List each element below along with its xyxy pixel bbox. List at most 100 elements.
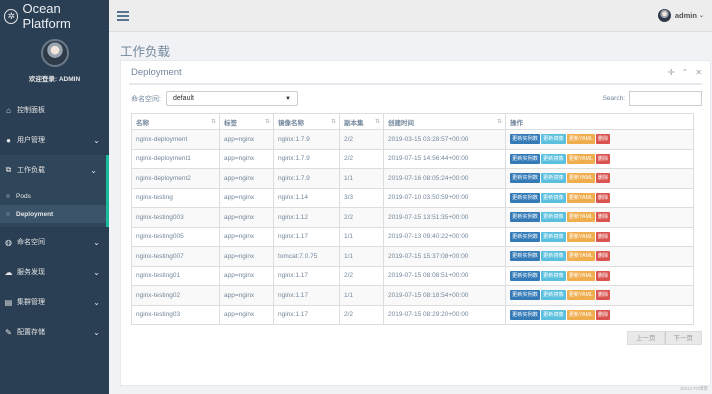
sidebar-item-config-storage[interactable]: ✎ 配置存储 ⌄ bbox=[0, 317, 109, 347]
update-image-button[interactable]: 更新镜像 bbox=[540, 251, 566, 262]
column-header-labels[interactable]: 标签 ⇅ bbox=[219, 113, 274, 130]
cell-created: 2019-07-16 08:05:24+00:00 bbox=[383, 168, 506, 189]
watermark-text: @51CTO博客 bbox=[680, 386, 708, 391]
cell-replicas: 1/1 bbox=[339, 168, 384, 189]
update-yaml-button[interactable]: 更新YAML bbox=[566, 192, 595, 203]
user-menu[interactable]: admin ⌄ bbox=[657, 9, 704, 22]
user-name: admin bbox=[674, 11, 697, 20]
update-image-button[interactable]: 更新镜像 bbox=[540, 270, 566, 281]
update-yaml-button[interactable]: 更新YAML bbox=[566, 309, 595, 320]
cell-name: nginx-testing01 bbox=[131, 265, 220, 286]
scale-button[interactable]: 更新实例数 bbox=[510, 192, 540, 203]
cell-labels: app=nginx bbox=[219, 187, 274, 208]
column-header-created[interactable]: 创建时间 ⇅ bbox=[383, 113, 506, 130]
cell-actions: 更新实例数 更新镜像 更新YAML 删除 bbox=[505, 187, 694, 208]
update-image-button[interactable]: 更新镜像 bbox=[540, 173, 566, 184]
user-icon: ● bbox=[6, 135, 11, 145]
scale-button[interactable]: 更新实例数 bbox=[510, 134, 540, 145]
delete-button[interactable]: 删除 bbox=[595, 192, 611, 203]
cell-image: nginx:1.7.9 bbox=[273, 148, 340, 169]
update-image-button[interactable]: 更新镜像 bbox=[540, 153, 566, 164]
sidebar-item-service-discovery[interactable]: ☁ 服务发现 ⌄ bbox=[0, 257, 109, 287]
scale-button[interactable]: 更新实例数 bbox=[510, 290, 540, 301]
sidebar-item-deployment[interactable]: Deployment bbox=[0, 205, 106, 223]
scale-button[interactable]: 更新实例数 bbox=[510, 212, 540, 223]
delete-button[interactable]: 删除 bbox=[595, 290, 611, 301]
sidebar-item-namespaces[interactable]: ◍ 命名空间 ⌄ bbox=[0, 227, 109, 257]
cell-replicas: 2/2 bbox=[339, 207, 384, 228]
namespace-select[interactable]: default ▼ bbox=[165, 91, 298, 106]
collapse-icon[interactable]: ⌃ bbox=[682, 68, 689, 77]
sidebar-menu: ⌂ 控制面板 ● 用户管理 ⌄ ⧉ 工作负载 ⌄ Pods Deployment… bbox=[0, 95, 109, 347]
delete-button[interactable]: 删除 bbox=[595, 153, 611, 164]
update-image-button[interactable]: 更新镜像 bbox=[540, 212, 566, 223]
update-image-button[interactable]: 更新镜像 bbox=[540, 309, 566, 320]
delete-button[interactable]: 删除 bbox=[595, 212, 611, 223]
menu-toggle-icon[interactable] bbox=[117, 10, 129, 21]
scale-button[interactable]: 更新实例数 bbox=[510, 309, 540, 320]
delete-button[interactable]: 删除 bbox=[595, 251, 611, 262]
column-header-replicas[interactable]: 副本集 ⇅ bbox=[339, 113, 384, 130]
table-row: nginx-testing app=nginx nginx:1.14 3/3 2019-… bbox=[131, 187, 694, 208]
cell-replicas: 2/2 bbox=[339, 304, 384, 325]
avatar bbox=[657, 9, 671, 22]
move-icon[interactable]: ✛ bbox=[668, 68, 675, 77]
delete-button[interactable]: 删除 bbox=[595, 231, 611, 242]
delete-button[interactable]: 删除 bbox=[595, 134, 611, 145]
cell-created: 2019-07-15 08:18:54+00:00 bbox=[383, 285, 506, 306]
sort-icon: ⇅ bbox=[264, 119, 270, 125]
prev-page-button[interactable]: 上一页 bbox=[627, 331, 665, 345]
main-content: 工作负载 Deployment ✛ ⌃ ✕ 命名空间: default ▼ Se… bbox=[109, 32, 712, 394]
cell-replicas: 1/1 bbox=[339, 285, 384, 306]
sidebar-item-cluster[interactable]: ▤ 集群管理 ⌄ bbox=[0, 287, 109, 317]
workloads-submenu: Pods Deployment bbox=[0, 185, 109, 227]
sidebar-item-label: Deployment bbox=[16, 210, 54, 218]
delete-button[interactable]: 删除 bbox=[595, 173, 611, 184]
scale-button[interactable]: 更新实例数 bbox=[510, 173, 540, 184]
cell-name: nginx-testing bbox=[131, 187, 220, 208]
search-input[interactable] bbox=[629, 91, 702, 106]
delete-button[interactable]: 删除 bbox=[595, 309, 611, 320]
scale-button[interactable]: 更新实例数 bbox=[510, 270, 540, 281]
close-icon[interactable]: ✕ bbox=[695, 68, 702, 77]
sidebar-item-workloads[interactable]: ⧉ 工作负载 ⌄ bbox=[0, 155, 109, 185]
update-image-button[interactable]: 更新镜像 bbox=[540, 290, 566, 301]
sidebar-item-users[interactable]: ● 用户管理 ⌄ bbox=[0, 125, 109, 155]
scale-button[interactable]: 更新实例数 bbox=[510, 231, 540, 242]
atom-icon: ✲ bbox=[4, 8, 19, 24]
update-yaml-button[interactable]: 更新YAML bbox=[566, 153, 595, 164]
scale-button[interactable]: 更新实例数 bbox=[510, 251, 540, 262]
bullet-icon bbox=[6, 194, 10, 198]
scale-button[interactable]: 更新实例数 bbox=[510, 153, 540, 164]
sidebar-item-dashboard[interactable]: ⌂ 控制面板 bbox=[0, 95, 109, 125]
update-yaml-button[interactable]: 更新YAML bbox=[566, 270, 595, 281]
update-image-button[interactable]: 更新镜像 bbox=[540, 192, 566, 203]
cell-name: nginx-deployment1 bbox=[131, 148, 220, 169]
sidebar-item-label: 配置存储 bbox=[17, 329, 45, 336]
delete-button[interactable]: 删除 bbox=[595, 270, 611, 281]
cell-replicas: 2/2 bbox=[339, 148, 384, 169]
search: Search: bbox=[603, 91, 702, 106]
update-yaml-button[interactable]: 更新YAML bbox=[566, 134, 595, 145]
cell-actions: 更新实例数 更新镜像 更新YAML 删除 bbox=[505, 129, 694, 150]
caret-down-icon: ▼ bbox=[285, 95, 291, 102]
update-image-button[interactable]: 更新镜像 bbox=[540, 134, 566, 145]
update-image-button[interactable]: 更新镜像 bbox=[540, 231, 566, 242]
column-header-name[interactable]: 名称 ⇅ bbox=[131, 113, 220, 130]
update-yaml-button[interactable]: 更新YAML bbox=[566, 173, 595, 184]
cell-image: nginx:1.17 bbox=[273, 226, 340, 247]
update-yaml-button[interactable]: 更新YAML bbox=[566, 212, 595, 223]
cell-image: nginx:1.17 bbox=[273, 265, 340, 286]
sidebar-item-pods[interactable]: Pods bbox=[0, 187, 106, 205]
sidebar-item-label: 服务发现 bbox=[17, 269, 45, 276]
cell-created: 2019-07-15 13:51:35+00:00 bbox=[383, 207, 506, 228]
update-yaml-button[interactable]: 更新YAML bbox=[566, 251, 595, 262]
update-yaml-button[interactable]: 更新YAML bbox=[566, 290, 595, 301]
column-header-image[interactable]: 镜像名称 ⇅ bbox=[273, 113, 340, 130]
server-icon: ▤ bbox=[4, 297, 13, 307]
panel-header: Deployment ✛ ⌃ ✕ bbox=[129, 61, 702, 85]
next-page-button[interactable]: 下一页 bbox=[664, 331, 702, 345]
update-yaml-button[interactable]: 更新YAML bbox=[566, 231, 595, 242]
brand[interactable]: ✲ Ocean Platform bbox=[0, 0, 109, 32]
cell-image: nginx:1.14 bbox=[273, 187, 340, 208]
